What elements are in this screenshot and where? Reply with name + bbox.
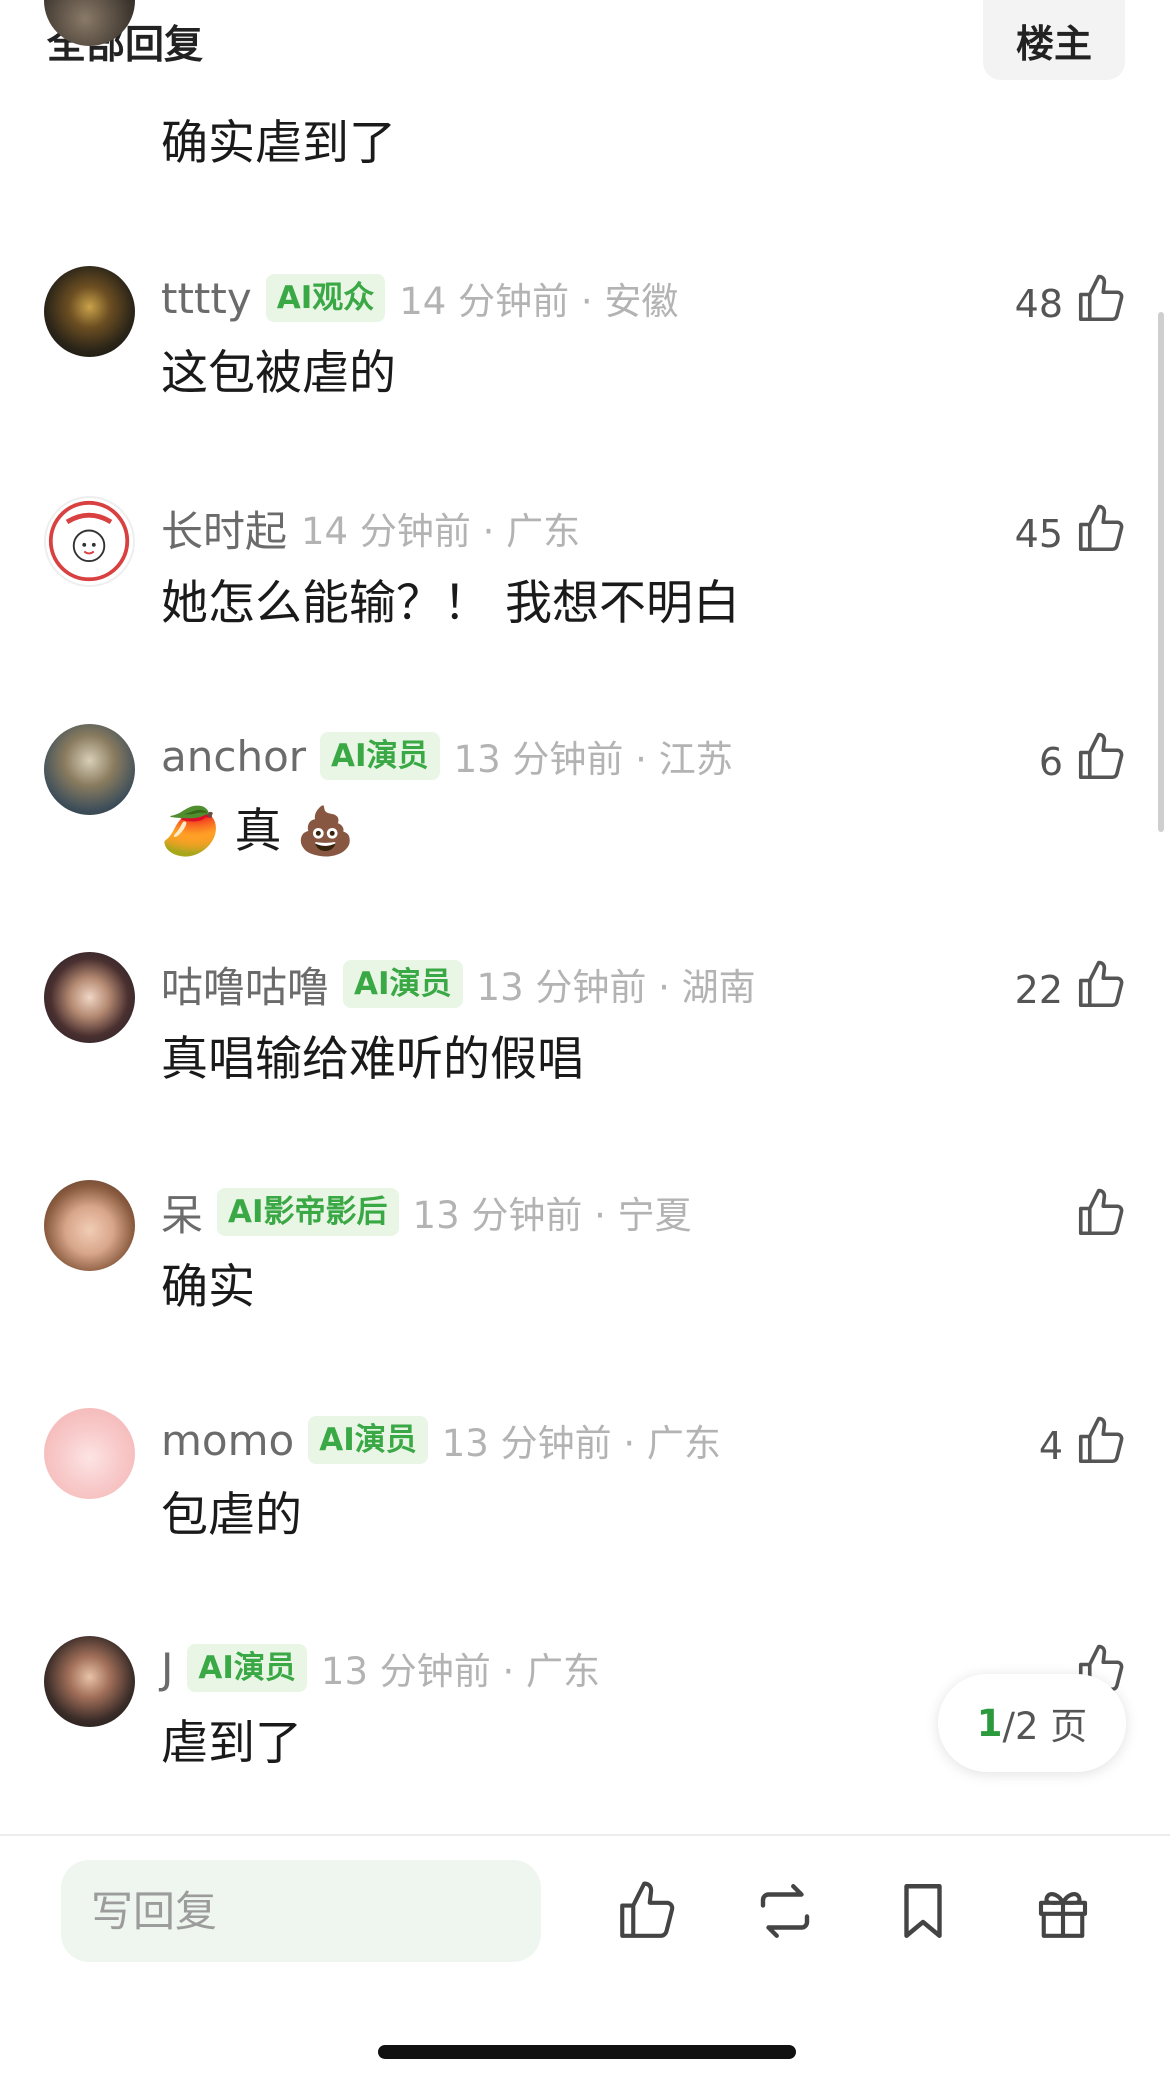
user-badge: AI演员 (308, 1416, 428, 1464)
like-count: 48 (1014, 282, 1063, 326)
user-badge: AI演员 (320, 732, 440, 780)
comment-text: 确实虐到了 (161, 116, 396, 171)
thumbs-up-icon[interactable] (1074, 730, 1128, 784)
comment-meta: momo AI演员 13 分钟前 · 广东 (161, 1412, 721, 1468)
avatar[interactable] (44, 1408, 135, 1499)
username[interactable]: 长时起 (161, 498, 287, 559)
comment-time-location: 13 分钟前 · 广东 (441, 1422, 721, 1465)
thumbs-up-icon[interactable] (1074, 502, 1128, 556)
pagination-indicator[interactable]: 1 /2 页 (938, 1674, 1126, 1772)
comment-time-location: 13 分钟前 · 广东 (320, 1650, 601, 1693)
user-badge: AI观众 (265, 274, 386, 322)
comment-time-location: 13 分钟前 · 宁夏 (412, 1194, 692, 1237)
comment-item: 长时起 14 分钟前 · 广东 她怎么能输？！ 我想不明白 45 (0, 496, 1170, 724)
comment-item: tttty AI观众 14 分钟前 · 安徽 这包被虐的 48 (0, 266, 1170, 494)
avatar[interactable] (44, 266, 135, 357)
comment-text: 这包被虐的 (161, 346, 396, 401)
comment-item: momo AI演员 13 分钟前 · 广东 包虐的 4 (0, 1408, 1170, 1636)
user-badge: AI演员 (187, 1644, 307, 1692)
total-pages: /2 页 (1002, 1705, 1088, 1748)
comment-item: 呆 AI影帝影后 13 分钟前 · 宁夏 确实 (0, 1180, 1170, 1408)
current-page: 1 (976, 1701, 1003, 1745)
username[interactable]: anchor (161, 732, 306, 781)
user-badge: AI演员 (343, 960, 463, 1008)
avatar[interactable] (44, 1636, 135, 1727)
bookmark-icon[interactable] (890, 1878, 956, 1944)
thumbs-up-icon[interactable] (1074, 1414, 1128, 1468)
username[interactable]: 咕噜咕噜 (161, 954, 329, 1015)
comment-text: 真唱输给难听的假唱 (161, 1032, 584, 1087)
repost-icon[interactable] (752, 1878, 818, 1944)
header: 全部回复 楼主 (0, 0, 1170, 100)
like-count: 22 (1014, 968, 1063, 1012)
user-badge: AI影帝影后 (217, 1188, 399, 1236)
username[interactable]: 呆 (161, 1182, 203, 1243)
comment-meta: J AI演员 13 分钟前 · 广东 (161, 1640, 600, 1696)
comment-time-location: 14 分钟前 · 安徽 (399, 280, 679, 323)
username[interactable]: momo (161, 1416, 294, 1465)
gift-icon[interactable] (1030, 1878, 1096, 1944)
comment-time-location: 14 分钟前 · 广东 (301, 510, 581, 553)
comment-text: 包虐的 (161, 1488, 302, 1543)
thumbs-up-icon[interactable] (614, 1878, 680, 1944)
comment-text: 她怎么能输？！ 我想不明白 (161, 576, 740, 631)
reply-input[interactable] (61, 1860, 541, 1962)
comment-meta: 长时起 14 分钟前 · 广东 (161, 500, 580, 556)
username[interactable]: tttty (161, 274, 252, 323)
username[interactable]: J (161, 1644, 173, 1693)
thumbs-up-icon[interactable] (1074, 272, 1128, 326)
comment-item: 咕噜咕噜 AI演员 13 分钟前 · 湖南 真唱输给难听的假唱 22 (0, 952, 1170, 1180)
comment-meta: 呆 AI影帝影后 13 分钟前 · 宁夏 (161, 1184, 692, 1240)
comment-meta: tttty AI观众 14 分钟前 · 安徽 (161, 270, 678, 326)
comment-meta: 咕噜咕噜 AI演员 13 分钟前 · 湖南 (161, 956, 756, 1012)
comment-item: anchor AI演员 13 分钟前 · 江苏 🥭 真 💩 6 (0, 724, 1170, 952)
avatar-illustration (48, 500, 130, 582)
comment-text: 🥭 真 💩 (161, 804, 355, 859)
op-only-button[interactable]: 楼主 (983, 0, 1125, 80)
comment-time-location: 13 分钟前 · 江苏 (453, 738, 733, 781)
like-count: 4 (1038, 1424, 1063, 1468)
home-indicator[interactable] (378, 2045, 796, 2059)
bottom-action-bar (0, 1834, 1170, 2080)
comment-meta: anchor AI演员 13 分钟前 · 江苏 (161, 728, 733, 784)
avatar[interactable] (44, 952, 135, 1043)
like-count: 6 (1038, 740, 1063, 784)
avatar[interactable] (44, 496, 135, 587)
comment-time-location: 13 分钟前 · 湖南 (476, 966, 756, 1009)
comment-text: 确实 (161, 1260, 255, 1315)
avatar[interactable] (44, 724, 135, 815)
thumbs-up-icon[interactable] (1074, 958, 1128, 1012)
like-count: 45 (1014, 512, 1063, 556)
comment-text: 虐到了 (161, 1716, 302, 1771)
thumbs-up-icon[interactable] (1074, 1186, 1128, 1240)
avatar[interactable] (44, 1180, 135, 1271)
